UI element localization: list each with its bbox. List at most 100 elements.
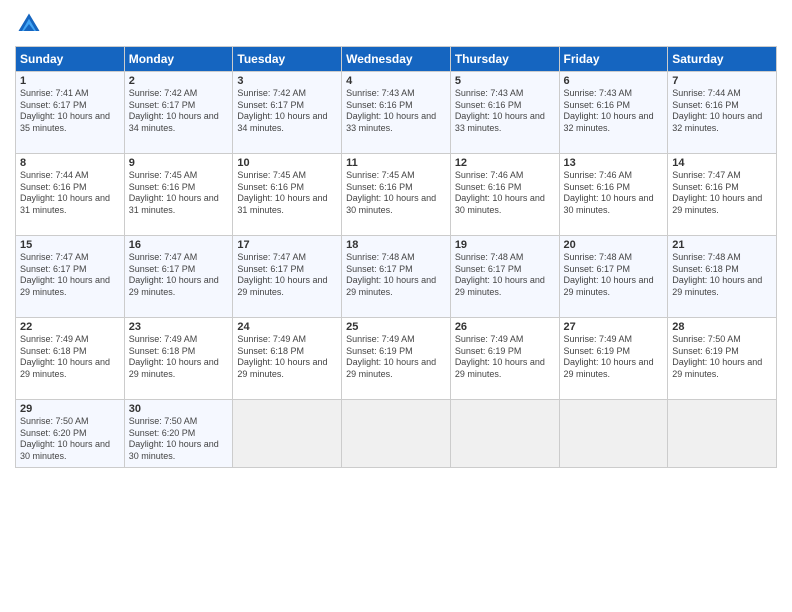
cell-info: Sunrise: 7:48 AM Sunset: 6:17 PM Dayligh…: [346, 252, 446, 299]
calendar-cell: 28Sunrise: 7:50 AM Sunset: 6:19 PM Dayli…: [668, 318, 777, 400]
calendar-cell: 11Sunrise: 7:45 AM Sunset: 6:16 PM Dayli…: [342, 154, 451, 236]
cell-info: Sunrise: 7:47 AM Sunset: 6:16 PM Dayligh…: [672, 170, 772, 217]
day-number: 6: [564, 75, 664, 87]
calendar-cell: 13Sunrise: 7:46 AM Sunset: 6:16 PM Dayli…: [559, 154, 668, 236]
day-number: 4: [346, 75, 446, 87]
cell-info: Sunrise: 7:49 AM Sunset: 6:19 PM Dayligh…: [346, 334, 446, 381]
calendar-table: SundayMondayTuesdayWednesdayThursdayFrid…: [15, 46, 777, 468]
calendar-cell: 22Sunrise: 7:49 AM Sunset: 6:18 PM Dayli…: [16, 318, 125, 400]
day-number: 9: [129, 157, 229, 169]
day-number: 2: [129, 75, 229, 87]
week-row-5: 29Sunrise: 7:50 AM Sunset: 6:20 PM Dayli…: [16, 400, 777, 468]
calendar-cell: 19Sunrise: 7:48 AM Sunset: 6:17 PM Dayli…: [450, 236, 559, 318]
day-number: 22: [20, 321, 120, 333]
day-number: 15: [20, 239, 120, 251]
calendar-cell: 7Sunrise: 7:44 AM Sunset: 6:16 PM Daylig…: [668, 72, 777, 154]
cell-info: Sunrise: 7:45 AM Sunset: 6:16 PM Dayligh…: [237, 170, 337, 217]
cell-info: Sunrise: 7:42 AM Sunset: 6:17 PM Dayligh…: [129, 88, 229, 135]
day-number: 10: [237, 157, 337, 169]
calendar-cell: 9Sunrise: 7:45 AM Sunset: 6:16 PM Daylig…: [124, 154, 233, 236]
calendar-cell: 15Sunrise: 7:47 AM Sunset: 6:17 PM Dayli…: [16, 236, 125, 318]
day-number: 7: [672, 75, 772, 87]
day-number: 17: [237, 239, 337, 251]
day-number: 3: [237, 75, 337, 87]
calendar-cell: 17Sunrise: 7:47 AM Sunset: 6:17 PM Dayli…: [233, 236, 342, 318]
calendar-cell: 5Sunrise: 7:43 AM Sunset: 6:16 PM Daylig…: [450, 72, 559, 154]
cell-info: Sunrise: 7:48 AM Sunset: 6:17 PM Dayligh…: [564, 252, 664, 299]
header-row: SundayMondayTuesdayWednesdayThursdayFrid…: [16, 47, 777, 72]
day-number: 19: [455, 239, 555, 251]
calendar-page: SundayMondayTuesdayWednesdayThursdayFrid…: [0, 0, 792, 612]
header-friday: Friday: [559, 47, 668, 72]
cell-info: Sunrise: 7:43 AM Sunset: 6:16 PM Dayligh…: [346, 88, 446, 135]
cell-info: Sunrise: 7:49 AM Sunset: 6:18 PM Dayligh…: [129, 334, 229, 381]
calendar-cell: 12Sunrise: 7:46 AM Sunset: 6:16 PM Dayli…: [450, 154, 559, 236]
calendar-cell: 14Sunrise: 7:47 AM Sunset: 6:16 PM Dayli…: [668, 154, 777, 236]
calendar-cell: 30Sunrise: 7:50 AM Sunset: 6:20 PM Dayli…: [124, 400, 233, 468]
day-number: 1: [20, 75, 120, 87]
day-number: 8: [20, 157, 120, 169]
calendar-cell: 21Sunrise: 7:48 AM Sunset: 6:18 PM Dayli…: [668, 236, 777, 318]
logo: [15, 10, 47, 38]
day-number: 24: [237, 321, 337, 333]
cell-info: Sunrise: 7:45 AM Sunset: 6:16 PM Dayligh…: [129, 170, 229, 217]
calendar-cell: 1Sunrise: 7:41 AM Sunset: 6:17 PM Daylig…: [16, 72, 125, 154]
day-number: 13: [564, 157, 664, 169]
cell-info: Sunrise: 7:42 AM Sunset: 6:17 PM Dayligh…: [237, 88, 337, 135]
calendar-cell: 2Sunrise: 7:42 AM Sunset: 6:17 PM Daylig…: [124, 72, 233, 154]
day-number: 30: [129, 403, 229, 415]
day-number: 16: [129, 239, 229, 251]
calendar-cell: [342, 400, 451, 468]
calendar-cell: [233, 400, 342, 468]
day-number: 12: [455, 157, 555, 169]
logo-icon: [15, 10, 43, 38]
day-number: 21: [672, 239, 772, 251]
calendar-cell: 16Sunrise: 7:47 AM Sunset: 6:17 PM Dayli…: [124, 236, 233, 318]
cell-info: Sunrise: 7:49 AM Sunset: 6:18 PM Dayligh…: [20, 334, 120, 381]
calendar-cell: 23Sunrise: 7:49 AM Sunset: 6:18 PM Dayli…: [124, 318, 233, 400]
header-sunday: Sunday: [16, 47, 125, 72]
cell-info: Sunrise: 7:47 AM Sunset: 6:17 PM Dayligh…: [20, 252, 120, 299]
calendar-cell: 29Sunrise: 7:50 AM Sunset: 6:20 PM Dayli…: [16, 400, 125, 468]
cell-info: Sunrise: 7:46 AM Sunset: 6:16 PM Dayligh…: [455, 170, 555, 217]
day-number: 25: [346, 321, 446, 333]
cell-info: Sunrise: 7:47 AM Sunset: 6:17 PM Dayligh…: [129, 252, 229, 299]
week-row-4: 22Sunrise: 7:49 AM Sunset: 6:18 PM Dayli…: [16, 318, 777, 400]
header-wednesday: Wednesday: [342, 47, 451, 72]
header-tuesday: Tuesday: [233, 47, 342, 72]
cell-info: Sunrise: 7:49 AM Sunset: 6:18 PM Dayligh…: [237, 334, 337, 381]
week-row-2: 8Sunrise: 7:44 AM Sunset: 6:16 PM Daylig…: [16, 154, 777, 236]
day-number: 29: [20, 403, 120, 415]
cell-info: Sunrise: 7:48 AM Sunset: 6:18 PM Dayligh…: [672, 252, 772, 299]
cell-info: Sunrise: 7:50 AM Sunset: 6:20 PM Dayligh…: [129, 416, 229, 463]
page-header: [15, 10, 777, 38]
day-number: 14: [672, 157, 772, 169]
calendar-cell: [668, 400, 777, 468]
cell-info: Sunrise: 7:44 AM Sunset: 6:16 PM Dayligh…: [20, 170, 120, 217]
day-number: 20: [564, 239, 664, 251]
calendar-cell: 27Sunrise: 7:49 AM Sunset: 6:19 PM Dayli…: [559, 318, 668, 400]
cell-info: Sunrise: 7:46 AM Sunset: 6:16 PM Dayligh…: [564, 170, 664, 217]
day-number: 11: [346, 157, 446, 169]
cell-info: Sunrise: 7:43 AM Sunset: 6:16 PM Dayligh…: [455, 88, 555, 135]
day-number: 26: [455, 321, 555, 333]
calendar-cell: 25Sunrise: 7:49 AM Sunset: 6:19 PM Dayli…: [342, 318, 451, 400]
cell-info: Sunrise: 7:48 AM Sunset: 6:17 PM Dayligh…: [455, 252, 555, 299]
header-monday: Monday: [124, 47, 233, 72]
cell-info: Sunrise: 7:49 AM Sunset: 6:19 PM Dayligh…: [564, 334, 664, 381]
week-row-3: 15Sunrise: 7:47 AM Sunset: 6:17 PM Dayli…: [16, 236, 777, 318]
day-number: 23: [129, 321, 229, 333]
cell-info: Sunrise: 7:47 AM Sunset: 6:17 PM Dayligh…: [237, 252, 337, 299]
cell-info: Sunrise: 7:45 AM Sunset: 6:16 PM Dayligh…: [346, 170, 446, 217]
cell-info: Sunrise: 7:49 AM Sunset: 6:19 PM Dayligh…: [455, 334, 555, 381]
calendar-cell: [559, 400, 668, 468]
day-number: 27: [564, 321, 664, 333]
header-thursday: Thursday: [450, 47, 559, 72]
cell-info: Sunrise: 7:50 AM Sunset: 6:20 PM Dayligh…: [20, 416, 120, 463]
calendar-cell: 3Sunrise: 7:42 AM Sunset: 6:17 PM Daylig…: [233, 72, 342, 154]
calendar-cell: 6Sunrise: 7:43 AM Sunset: 6:16 PM Daylig…: [559, 72, 668, 154]
calendar-cell: 10Sunrise: 7:45 AM Sunset: 6:16 PM Dayli…: [233, 154, 342, 236]
cell-info: Sunrise: 7:50 AM Sunset: 6:19 PM Dayligh…: [672, 334, 772, 381]
calendar-cell: 4Sunrise: 7:43 AM Sunset: 6:16 PM Daylig…: [342, 72, 451, 154]
header-saturday: Saturday: [668, 47, 777, 72]
